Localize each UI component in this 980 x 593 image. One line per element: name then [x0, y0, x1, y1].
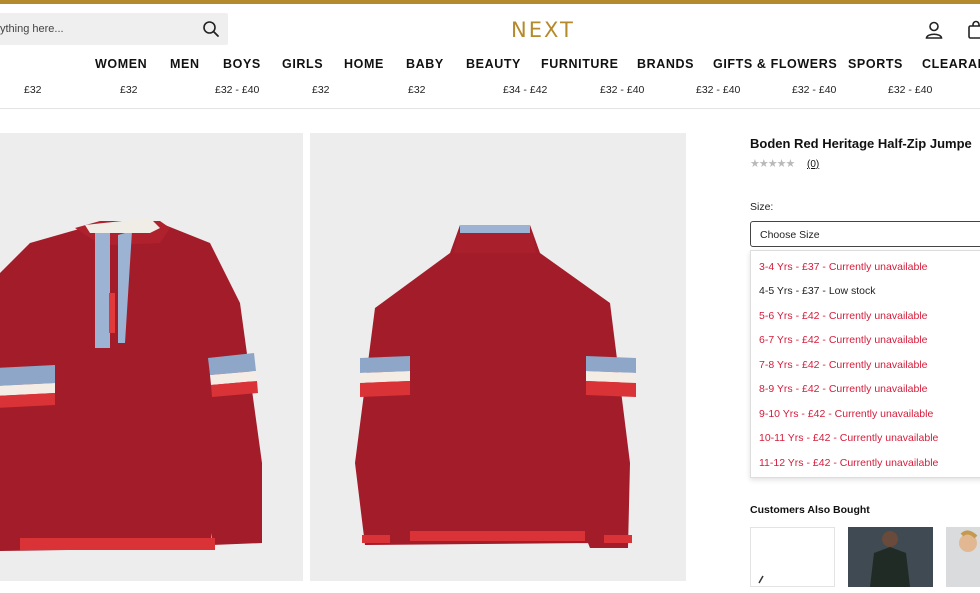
size-option[interactable]: 9-10 Yrs - £42 - Currently unavailable [759, 408, 933, 420]
rating-stars: ★★★★★ [750, 158, 795, 170]
nav-item-furniture[interactable]: FURNITURE [541, 57, 619, 71]
size-label: Size: [750, 201, 774, 213]
shopping-bag-icon[interactable] [966, 20, 980, 40]
review-count-link[interactable]: (0) [807, 159, 819, 170]
size-option[interactable]: 6-7 Yrs - £42 - Currently unavailable [759, 334, 927, 346]
recommendation-thumbnail[interactable] [848, 527, 933, 587]
nav-item-girls[interactable]: GIRLS [282, 57, 323, 71]
nav-item-gifts-flowers[interactable]: GIFTS & FLOWERS [713, 57, 837, 71]
product-image-front[interactable] [0, 133, 303, 581]
nav-item-clearance[interactable]: CLEARAN [922, 57, 980, 71]
product-title: Boden Red Heritage Half-Zip Jumpe [750, 136, 972, 151]
nav-item-women[interactable]: WOMEN [95, 57, 147, 71]
carousel-price: £32 [120, 84, 138, 96]
size-option[interactable]: 10-11 Yrs - £42 - Currently unavailable [759, 432, 938, 444]
carousel-price: £32 - £40 [792, 84, 837, 96]
nav-item-home[interactable]: HOME [344, 57, 384, 71]
nav-item-sports[interactable]: SPORTS [848, 57, 903, 71]
nav-item-brands[interactable]: BRANDS [637, 57, 694, 71]
size-dropdown-list: 3-4 Yrs - £37 - Currently unavailable 4-… [750, 250, 980, 478]
size-option[interactable]: 11-12 Yrs - £42 - Currently unavailable [759, 457, 938, 469]
recommendation-thumbnail[interactable] [946, 527, 980, 587]
size-option[interactable]: 8-9 Yrs - £42 - Currently unavailable [759, 383, 927, 395]
carousel-price: £34 - £42 [503, 84, 548, 96]
search-input[interactable] [0, 13, 180, 45]
carousel-price: £32 - £40 [888, 84, 933, 96]
size-select-value: Choose Size [760, 229, 820, 241]
size-select[interactable]: Choose Size [750, 221, 980, 247]
customers-also-bought-heading: Customers Also Bought [750, 504, 870, 516]
recommendation-thumbnail[interactable] [750, 527, 835, 587]
size-option[interactable]: 5-6 Yrs - £42 - Currently unavailable [759, 310, 927, 322]
size-option[interactable]: 3-4 Yrs - £37 - Currently unavailable [759, 261, 927, 273]
top-accent-bar [0, 0, 980, 4]
header-divider [0, 108, 980, 109]
carousel-price: £32 [24, 84, 42, 96]
account-icon[interactable] [924, 20, 944, 40]
nav-item-beauty[interactable]: BEAUTY [466, 57, 521, 71]
brand-logo[interactable]: NEXT [511, 18, 575, 42]
size-option[interactable]: 4-5 Yrs - £37 - Low stock [759, 285, 876, 297]
carousel-price: £32 [312, 84, 330, 96]
carousel-price: £32 - £40 [600, 84, 645, 96]
search-icon[interactable] [202, 20, 220, 38]
nav-item-men[interactable]: MEN [170, 57, 200, 71]
search-box [0, 13, 228, 45]
carousel-price: £32 - £40 [696, 84, 741, 96]
carousel-price: £32 - £40 [215, 84, 260, 96]
product-image-back[interactable] [310, 133, 686, 581]
size-option[interactable]: 7-8 Yrs - £42 - Currently unavailable [759, 359, 927, 371]
carousel-price: £32 [408, 84, 426, 96]
nav-item-boys[interactable]: BOYS [223, 57, 261, 71]
nav-item-baby[interactable]: BABY [406, 57, 444, 71]
